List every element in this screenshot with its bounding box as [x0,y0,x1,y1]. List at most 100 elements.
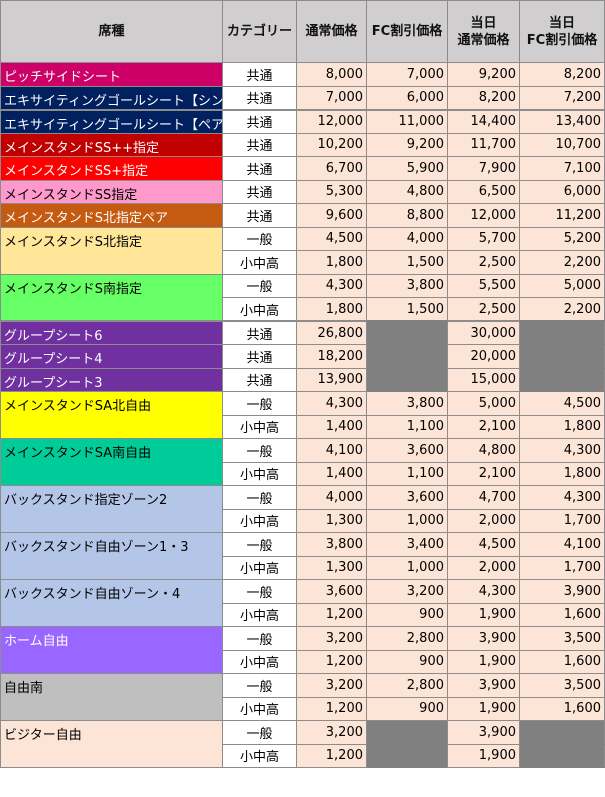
category-cell: 小中高 [222,414,297,439]
day-normal-price-cell: 2,500 [447,250,520,275]
table-row: バックスタンド指定ゾーン2 一般 4,000 3,600 4,700 4,300 [0,485,605,533]
fc-price-cell: 1,000 [366,508,448,533]
seat-name-cell: メインスタンドS北指定ペア [0,203,223,228]
unavailable-cell [519,367,605,392]
seat-name-cell: メインスタンドSA南自由 [0,438,223,486]
day-normal-price-cell: 1,900 [447,743,520,768]
fc-price-cell: 2,800 [366,626,448,651]
header-seat: 席種 [0,0,223,63]
normal-price-cell: 3,200 [296,626,367,651]
day-normal-price-cell: 2,500 [447,297,520,322]
normal-price-cell: 10,200 [296,132,367,157]
fc-price-cell: 5,900 [366,156,448,181]
fc-price-cell: 7,000 [366,62,448,87]
table-row: メインスタンドS南指定 一般 4,300 3,800 5,500 5,000 [0,273,605,322]
normal-price-cell: 1,200 [296,602,367,627]
fc-price-cell: 3,800 [366,273,448,298]
day-normal-price-cell: 11,700 [447,132,520,157]
day-normal-price-cell: 14,400 [447,108,520,134]
day-fc-price-cell: 7,100 [519,156,605,181]
normal-price-cell: 1,400 [296,414,367,439]
seat-name-cell: グループシート6 [0,320,223,345]
day-fc-price-cell: 1,700 [519,508,605,533]
fc-price-cell: 1,500 [366,297,448,322]
normal-price-cell: 5,300 [296,179,367,204]
unavailable-cell [366,720,448,745]
day-normal-price-cell: 9,200 [447,62,520,87]
fc-price-cell: 9,200 [366,132,448,157]
day-fc-price-cell: 1,800 [519,461,605,486]
normal-price-cell: 1,800 [296,297,367,322]
day-fc-price-cell: 10,700 [519,132,605,157]
normal-price-cell: 8,000 [296,62,367,87]
day-normal-price-cell: 4,800 [447,438,520,463]
header-category: カテゴリー [222,0,297,63]
day-fc-price-cell: 1,600 [519,602,605,627]
normal-price-cell: 1,200 [296,743,367,768]
seat-name-cell: メインスタンドSS指定 [0,179,223,204]
unavailable-cell [519,720,605,745]
seat-name-cell: エキサイティングゴールシート【ペア】 [0,108,223,134]
normal-price-cell: 4,500 [296,226,367,251]
category-cell: 一般 [222,579,297,604]
seat-name-cell: メインスタンドSA北自由 [0,391,223,439]
seat-name-cell: バックスタンド指定ゾーン2 [0,485,223,533]
unavailable-cell [519,743,605,768]
day-fc-price-cell: 4,300 [519,485,605,510]
day-fc-price-cell: 3,900 [519,579,605,604]
category-cell: 共通 [222,132,297,157]
category-cell: 共通 [222,179,297,204]
header-row: 席種 カテゴリー 通常価格 FC割引価格 当日 通常価格 当日 FC割引価格 [0,0,605,63]
table-row: メインスタンドSA北自由 一般 4,300 3,800 5,000 4,500 [0,391,605,439]
category-cell: 一般 [222,391,297,416]
fc-price-cell: 3,600 [366,485,448,510]
fc-price-cell: 1,000 [366,555,448,580]
category-cell: 共通 [222,367,297,392]
table-row: メインスタンドSS指定 共通 5,300 4,800 6,500 6,000 [0,179,605,204]
normal-price-cell: 1,400 [296,461,367,486]
day-normal-price-cell: 7,900 [447,156,520,181]
header-day-normal-label: 通常価格 [457,32,510,48]
category-cell: 小中高 [222,649,297,674]
fc-price-cell: 900 [366,602,448,627]
normal-price-cell: 1,300 [296,555,367,580]
day-fc-price-cell: 3,500 [519,626,605,651]
day-normal-price-cell: 4,700 [447,485,520,510]
table-row: エキサイティングゴールシート【シングル】共通7,0006,0008,2007,2… [0,85,605,110]
header-normal-price: 通常価格 [296,0,367,63]
table-row: 自由南 一般 3,200 2,800 3,900 3,500 [0,673,605,721]
day-normal-price-cell: 4,500 [447,532,520,557]
header-day-fc-label: FC割引価格 [526,32,598,48]
seat-name-cell: メインスタンドS北指定 [0,226,223,275]
day-normal-price-cell: 3,900 [447,626,520,651]
day-normal-price-cell: 20,000 [447,344,520,369]
day-fc-price-cell: 5,200 [519,226,605,251]
category-cell: 共通 [222,156,297,181]
normal-price-cell: 3,600 [296,579,367,604]
category-cell: 小中高 [222,508,297,533]
normal-price-cell: 6,700 [296,156,367,181]
seat-name-cell: バックスタンド自由ゾーン・4 [0,579,223,627]
table-row: バックスタンド自由ゾーン1・3 一般 3,800 3,400 4,500 4,100 [0,532,605,580]
normal-price-cell: 4,000 [296,485,367,510]
normal-price-cell: 1,200 [296,696,367,721]
fc-price-cell: 3,600 [366,438,448,463]
day-fc-price-cell: 6,000 [519,179,605,204]
category-cell: 共通 [222,203,297,228]
fc-price-cell: 1,100 [366,414,448,439]
normal-price-cell: 9,600 [296,203,367,228]
category-cell: 小中高 [222,602,297,627]
day-normal-price-cell: 2,000 [447,508,520,533]
fc-price-cell: 4,800 [366,179,448,204]
category-cell: 小中高 [222,297,297,322]
table-row: メインスタンドSS+指定 共通 6,700 5,900 7,900 7,100 [0,156,605,181]
day-normal-price-cell: 1,900 [447,602,520,627]
day-normal-price-cell: 6,500 [447,179,520,204]
header-day-label: 当日 [548,15,575,31]
fc-price-cell: 11,000 [366,108,448,134]
fc-price-cell: 900 [366,696,448,721]
header-day-normal-price: 当日 通常価格 [447,0,520,63]
seat-name-cell: ホーム自由 [0,626,223,674]
category-cell: 一般 [222,226,297,251]
table-row: ビジター自由 一般 3,200 3,900 [0,720,605,768]
